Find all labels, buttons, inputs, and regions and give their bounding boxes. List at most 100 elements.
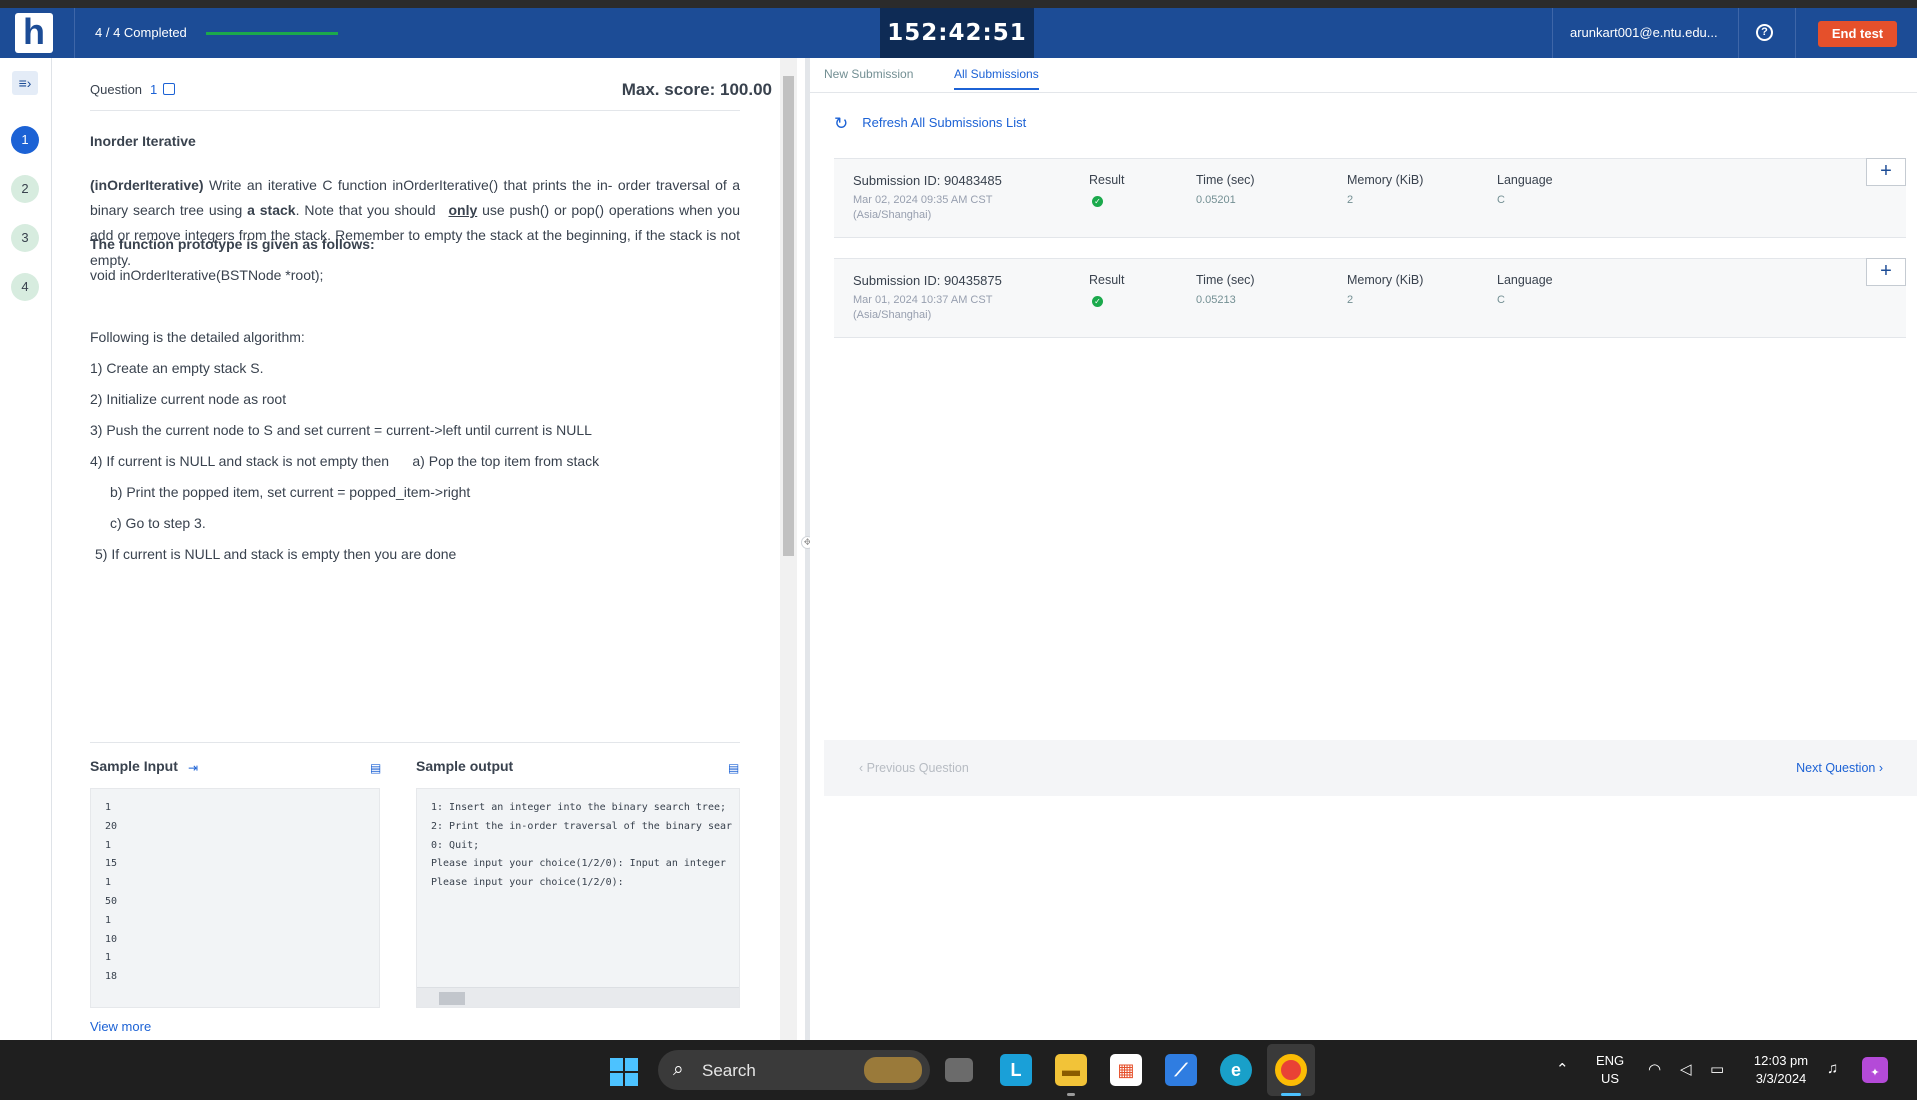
sample-output-box: 1: Insert an integer into the binary sea… [416,788,740,1008]
submission-row: Submission ID: 90435875 Mar 01, 2024 10:… [834,258,1906,338]
algorithm-step-4c: c) Go to step 3. [110,515,206,531]
submission-timezone: (Asia/Shanghai) [853,309,932,321]
running-app-indicator [1067,1093,1075,1096]
function-prototype: void inOrderIterative(BSTNode *root); [90,267,324,283]
edge-browser-icon[interactable]: e [1220,1054,1252,1086]
copy-input-icon[interactable]: ▤ [370,762,382,774]
problem-description: (inOrderIterative) Write an iterative C … [90,173,740,273]
progress-bar-fill [206,32,338,35]
memory-header: Memory (KiB) [1347,273,1424,287]
test-header: h 4 / 4 Completed 152:42:51 arunkart001@… [0,8,1917,58]
submission-date-text: Mar 02, 2024 09:35 AM CST [853,194,993,206]
algorithm-step-3: 3) Push the current node to S and set cu… [90,422,592,438]
sample-input-label: Sample Input [90,758,178,774]
microsoft-store-icon[interactable]: ▦ [1110,1054,1142,1086]
max-score: Max. score: 100.00 [621,80,772,99]
result-header: Result [1089,273,1125,287]
submission-row: Submission ID: 90483485 Mar 02, 2024 09:… [834,158,1906,238]
refresh-label: Refresh All Submissions List [862,115,1027,130]
question-navigation-bar: ‹ Previous Question Next Question › [824,740,1917,796]
previous-question-button[interactable]: ‹ Previous Question [859,761,969,775]
tab-all-submissions[interactable]: All Submissions [954,67,1039,90]
wifi-icon[interactable]: ◠ [1648,1060,1661,1078]
expand-submission-button[interactable]: + [1866,258,1906,286]
notification-bell-icon[interactable]: ♫ [1827,1060,1838,1077]
question-title: Inorder Iterative [90,133,196,149]
copilot-icon[interactable]: ✦ [1862,1057,1888,1083]
sample-input-text: 1 20 1 15 1 50 1 10 1 18 [105,802,118,983]
horizontal-scrollbar[interactable] [417,987,739,1007]
refresh-icon: ↻ [834,114,849,133]
success-check-icon: ✓ [1092,296,1103,307]
view-more-link[interactable]: View more [90,1019,151,1034]
file-explorer-icon[interactable]: ▬ [1055,1054,1087,1086]
memory-value: 2 [1347,194,1354,206]
question-panel: Question 1 Max. score: 100.00 Inorder Ite… [52,58,780,1040]
user-email-menu[interactable]: arunkart001@e.ntu.edu... [1570,25,1718,40]
bookmark-icon[interactable] [163,83,176,95]
copy-output-icon[interactable]: ▤ [728,762,740,774]
submission-id: Submission ID: 90435875 [853,273,1002,288]
battery-icon[interactable]: ▭ [1710,1060,1724,1078]
language-value: C [1497,294,1505,306]
submission-date: Mar 02, 2024 09:35 AM CST (Asia/Shanghai) [853,193,1023,223]
submission-timezone: (Asia/Shanghai) [853,209,932,221]
system-clock[interactable]: 12:03 pm 3/3/2024 [1748,1052,1814,1088]
volume-icon[interactable]: ◁ [1680,1060,1692,1078]
time-header: Time (sec) [1196,273,1255,287]
time-header: Time (sec) [1196,173,1255,187]
windows-start-icon[interactable] [610,1058,638,1086]
next-question-button[interactable]: Next Question › [1796,761,1883,775]
sample-input-box: 1 20 1 15 1 50 1 10 1 18 [90,788,380,1008]
start-icon-tile [610,1073,623,1086]
language-indicator[interactable]: ENG US [1596,1052,1624,1088]
windows-taskbar: ⌕ Search L ▬ ▦ ⟋ e ⌃ ENG US ◠ ◁ ▭ 12:03 p… [0,1040,1917,1100]
question-label: Question 1 [90,82,176,97]
progress-bar [206,32,338,35]
language-header: Language [1497,273,1553,287]
hackerrank-logo[interactable]: h [15,13,53,53]
end-test-button[interactable]: End test [1818,21,1897,47]
start-icon-tile [625,1073,638,1086]
language-header: Language [1497,173,1553,187]
help-icon[interactable]: ? [1756,24,1773,41]
header-divider [1738,8,1739,58]
question-nav-4[interactable]: 4 [11,273,39,301]
memory-header: Memory (KiB) [1347,173,1424,187]
refresh-submissions-button[interactable]: ↻ Refresh All Submissions List [834,114,1026,134]
memory-value: 2 [1347,294,1354,306]
collapse-menu-icon[interactable]: ≡› [12,71,38,95]
taskbar-search-box[interactable]: ⌕ Search [658,1050,930,1090]
start-icon-tile [610,1058,623,1071]
submissions-panel: New Submission All Submissions ↻ Refresh … [810,58,1917,1040]
browser-top-strip [0,0,1917,8]
l-app-icon[interactable]: L [1000,1054,1032,1086]
header-divider [74,8,75,58]
chrome-browser-icon[interactable] [1275,1054,1307,1086]
question-nav-2[interactable]: 2 [11,175,39,203]
search-highlight-image [864,1057,922,1083]
question-number: 1 [150,82,158,97]
divider [90,742,740,743]
design-app-icon[interactable]: ⟋ [1165,1054,1197,1086]
question-nav-rail: ≡› 1 2 3 4 [0,58,52,1040]
task-view-icon[interactable] [945,1058,973,1082]
open-input-icon[interactable]: ⇥ [188,762,200,774]
divider [90,110,740,111]
algorithm-step-4b: b) Print the popped item, set current = … [110,484,471,500]
result-header: Result [1089,173,1125,187]
chevron-up-icon[interactable]: ⌃ [1556,1060,1569,1078]
clock-date: 3/3/2024 [1755,1071,1807,1086]
time-value: 0.05213 [1196,294,1236,306]
question-panel-scrollbar[interactable] [780,58,797,1040]
tab-new-submission[interactable]: New Submission [824,67,913,81]
sample-output-text: 1: Insert an integer into the binary sea… [431,802,733,889]
scrollbar-thumb[interactable] [439,992,465,1005]
search-icon: ⌕ [673,1059,684,1080]
question-nav-3[interactable]: 3 [11,224,39,252]
algorithm-step-2: 2) Initialize current node as root [90,391,287,407]
scrollbar-thumb[interactable] [783,76,794,556]
question-nav-1[interactable]: 1 [11,126,39,154]
submission-date: Mar 01, 2024 10:37 AM CST (Asia/Shanghai) [853,293,1023,323]
expand-submission-button[interactable]: + [1866,158,1906,186]
